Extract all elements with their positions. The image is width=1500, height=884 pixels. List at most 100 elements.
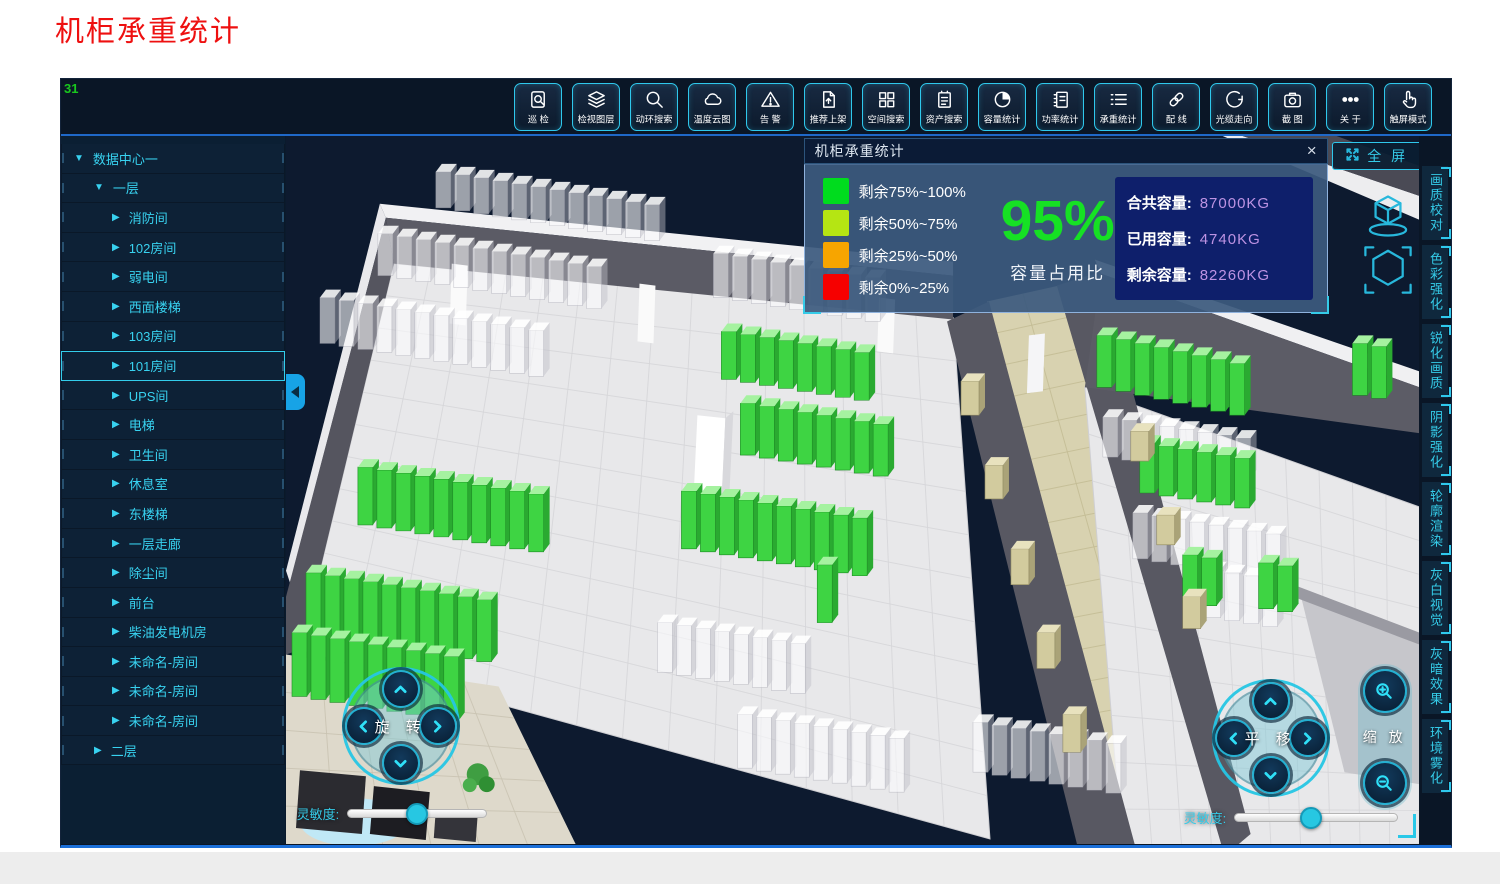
slider-thumb[interactable] xyxy=(406,803,428,825)
sidebar-item[interactable]: ▶ 东楼梯 xyxy=(61,499,285,529)
zoom-in-button[interactable] xyxy=(1363,669,1407,713)
tree-arrow-icon: ▶ xyxy=(112,242,120,253)
sidebar-item[interactable]: ▶ 102房间 xyxy=(61,233,285,263)
inspect-layers-button[interactable]: 检视图层 xyxy=(572,83,620,131)
space-search-button[interactable]: 空间搜索 xyxy=(862,83,910,131)
sidebar-item[interactable]: ▶ 前台 xyxy=(61,588,285,618)
sidebar-item[interactable]: ▶ 电梯 xyxy=(61,410,285,440)
patrol-button[interactable]: 巡 检 xyxy=(514,83,562,131)
render-effect-button[interactable]: 轮廓渲染 xyxy=(1422,482,1448,556)
pan-down-button[interactable] xyxy=(1252,756,1290,794)
sensitivity-slider-left: 灵敏度: xyxy=(297,804,488,823)
sidebar-item[interactable]: ▶ 未命名-房间 xyxy=(61,706,285,736)
sidebar-item-label: 未命名-房间 xyxy=(129,681,198,700)
grid-icon xyxy=(876,89,897,110)
tree-arrow-icon: ▶ xyxy=(112,212,120,223)
sidebar-item-label: 休息室 xyxy=(129,474,168,493)
viewport-3d[interactable]: 机柜承重统计 × 剩余75%~100% xyxy=(286,136,1419,844)
stat-row: 剩余容量: 82260KG xyxy=(1127,264,1301,285)
slider-track[interactable] xyxy=(1234,813,1398,822)
hexagon-view-button[interactable] xyxy=(1360,244,1416,296)
touch-mode-button[interactable]: 触屏模式 xyxy=(1384,83,1432,131)
cable-route-button[interactable]: 光缆走向 xyxy=(1210,83,1258,131)
power-stats-button[interactable]: 功率统计 xyxy=(1036,83,1084,131)
rotate-down-button[interactable] xyxy=(382,744,420,782)
wiring-button[interactable]: 配 线 xyxy=(1152,83,1200,131)
rotate-right-button[interactable] xyxy=(419,707,457,745)
legend-swatch xyxy=(823,242,849,268)
touch-hand-icon xyxy=(1398,89,1419,110)
sidebar-item-label: 一层走廊 xyxy=(129,534,181,553)
temperature-cloud-button[interactable]: 温度云图 xyxy=(688,83,736,131)
env-search-button[interactable]: 动环搜索 xyxy=(630,83,678,131)
tree-arrow-icon: ▶ xyxy=(112,597,120,608)
tree-arrow-icon: ▶ xyxy=(112,508,120,519)
sidebar-item[interactable]: ▶ 柴油发电机房 xyxy=(61,618,285,648)
tree-arrow-icon: ▶ xyxy=(112,301,120,312)
capacity-stats-button[interactable]: 容量统计 xyxy=(978,83,1026,131)
legend-swatch xyxy=(823,274,849,300)
sidebar-item[interactable]: ▶ 一层走廊 xyxy=(61,529,285,559)
legend-row: 剩余75%~100% xyxy=(823,178,1001,204)
rotate-left-button[interactable] xyxy=(345,707,383,745)
fullscreen-button[interactable]: 全 屏 xyxy=(1332,142,1419,170)
sidebar-item-label: 消防间 xyxy=(129,208,168,227)
shelf-recommend-button[interactable]: 推荐上架 xyxy=(804,83,852,131)
pan-right-button[interactable] xyxy=(1289,719,1327,757)
file-up-icon xyxy=(818,89,839,110)
tree-arrow-icon: ▶ xyxy=(112,626,120,637)
render-effect-button[interactable]: 色彩强化 xyxy=(1422,245,1448,319)
popup-body: 剩余75%~100% 剩余50%~75% 剩余25%~50% xyxy=(804,164,1328,313)
asset-search-button[interactable]: 资产搜索 xyxy=(920,83,968,131)
sidebar-item[interactable]: ▶ 除尘间 xyxy=(61,558,285,588)
sidebar-item[interactable]: ▶ 未命名-房间 xyxy=(61,647,285,677)
occupancy-block: 95% 容量占用比 xyxy=(1001,165,1115,312)
sidebar-item[interactable]: ▶ 101房间 xyxy=(61,351,285,381)
topbar: 31 巡 检 检视图层 动环搜索 温度云图 告 警 xyxy=(61,79,1451,136)
sidebar-item[interactable]: ▶ 西面楼梯 xyxy=(61,292,285,322)
stat-value: 82260KG xyxy=(1200,267,1270,284)
slider-track[interactable] xyxy=(347,809,487,818)
sensitivity-label: 灵敏度: xyxy=(297,804,340,823)
sidebar-item[interactable]: ▶ 卫生间 xyxy=(61,440,285,470)
zoom-out-button[interactable] xyxy=(1363,761,1407,805)
alarm-button[interactable]: 告 警 xyxy=(746,83,794,131)
pan-up-button[interactable] xyxy=(1252,682,1290,720)
sidebar-item[interactable]: ▶ 103房间 xyxy=(61,322,285,352)
sidebar-item[interactable]: ▶ 未命名-房间 xyxy=(61,677,285,707)
close-icon[interactable]: × xyxy=(1297,141,1327,161)
chevron-left-icon xyxy=(355,718,372,735)
render-effect-button[interactable]: 阴影强化 xyxy=(1422,403,1448,477)
cube-view-button[interactable] xyxy=(1360,188,1416,240)
sidebar-item[interactable]: ▶ 弱电间 xyxy=(61,262,285,292)
sidebar-item[interactable]: ▼ 一层 xyxy=(61,174,285,204)
sidebar-item[interactable]: ▶ UPS间 xyxy=(61,381,285,411)
about-button[interactable]: 关 于 xyxy=(1326,83,1374,131)
legend-row: 剩余0%~25% xyxy=(823,274,1001,300)
sidebar-item[interactable]: ▶ 二层 xyxy=(61,736,285,766)
screenshot-button[interactable]: 截 图 xyxy=(1268,83,1316,131)
sidebar-item[interactable]: ▶ 休息室 xyxy=(61,470,285,500)
chevron-up-icon xyxy=(1262,693,1279,710)
pan-left-button[interactable] xyxy=(1215,719,1253,757)
rotate-up-button[interactable] xyxy=(382,670,420,708)
sidebar-item[interactable]: ▶ 消防间 xyxy=(61,203,285,233)
render-effect-button[interactable]: 环境雾化 xyxy=(1422,719,1448,793)
slider-thumb[interactable] xyxy=(1300,807,1322,829)
app-window: 31 巡 检 检视图层 动环搜索 温度云图 告 警 xyxy=(60,78,1452,848)
zoom-out-icon xyxy=(1374,773,1395,794)
sidebar-collapse-handle[interactable] xyxy=(286,374,305,410)
fullscreen-label: 全 屏 xyxy=(1367,146,1408,166)
weight-stats-button[interactable]: 承重统计 xyxy=(1094,83,1142,131)
footer-band xyxy=(0,852,1500,884)
render-effect-button[interactable]: 锐化画质 xyxy=(1422,324,1448,398)
sidebar-item[interactable]: ▼ 数据中心一 xyxy=(61,144,285,174)
render-effect-button[interactable]: 灰白视觉 xyxy=(1422,561,1448,635)
render-effect-button[interactable]: 灰暗效果 xyxy=(1422,640,1448,714)
clipboard-icon xyxy=(934,89,955,110)
legend-label: 剩余25%~50% xyxy=(859,245,958,266)
render-effect-button[interactable]: 画质校对 xyxy=(1422,166,1448,240)
ellipsis-icon xyxy=(1340,89,1361,110)
layers-icon xyxy=(586,89,607,110)
legend-swatch xyxy=(823,210,849,236)
